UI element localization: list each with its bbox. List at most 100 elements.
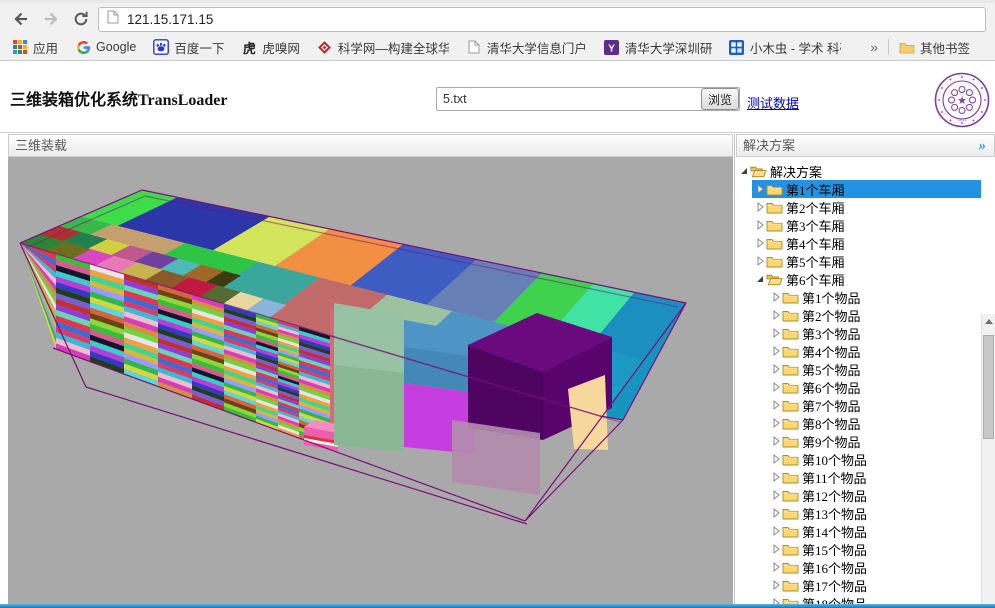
closed-folder-icon bbox=[782, 542, 799, 556]
file-input[interactable]: 5.txt 浏览 bbox=[436, 87, 740, 111]
tree-node-label: 第14个物品 bbox=[802, 522, 871, 541]
tsinghua-logo-icon: ★ 1911 bbox=[934, 72, 990, 128]
reload-button[interactable] bbox=[68, 7, 94, 31]
collapsed-arrow-icon[interactable] bbox=[770, 381, 782, 393]
tree-node[interactable]: 第16个物品 bbox=[736, 558, 981, 576]
tree-node[interactable]: 第13个物品 bbox=[736, 504, 981, 522]
tree-node[interactable]: 第5个车厢 bbox=[736, 252, 981, 270]
browse-button[interactable]: 浏览 bbox=[701, 88, 739, 110]
collapsed-arrow-icon[interactable] bbox=[754, 255, 766, 267]
tree-node[interactable]: 解决方案 bbox=[736, 162, 981, 180]
collapsed-arrow-icon[interactable] bbox=[754, 201, 766, 213]
bookmarks-overflow-chevron-icon[interactable]: » bbox=[870, 39, 878, 55]
collapsed-arrow-icon[interactable] bbox=[754, 237, 766, 249]
panel-splitter[interactable] bbox=[734, 134, 735, 604]
tree-node[interactable]: 第18个物品 bbox=[736, 594, 981, 604]
collapsed-arrow-icon[interactable] bbox=[770, 579, 782, 591]
bookmark-item[interactable]: 应用 bbox=[12, 38, 58, 57]
tree-node[interactable]: 第4个车厢 bbox=[736, 234, 981, 252]
folder-icon bbox=[899, 39, 915, 55]
closed-folder-icon bbox=[782, 596, 799, 604]
tree-node-label: 第17个物品 bbox=[802, 576, 871, 595]
closed-folder-icon bbox=[782, 506, 799, 520]
address-bar[interactable]: 121.15.171.15 bbox=[98, 7, 986, 32]
page-title: 三维装箱优化系统TransLoader bbox=[10, 86, 228, 110]
collapsed-arrow-icon[interactable] bbox=[770, 291, 782, 303]
tree-node[interactable]: 第12个物品 bbox=[736, 486, 981, 504]
collapsed-arrow-icon[interactable] bbox=[770, 489, 782, 501]
collapsed-arrow-icon[interactable] bbox=[770, 453, 782, 465]
collapsed-arrow-icon[interactable] bbox=[770, 309, 782, 321]
tree-node[interactable]: 第2个物品 bbox=[736, 306, 981, 324]
collapsed-arrow-icon[interactable] bbox=[754, 183, 766, 195]
collapsed-arrow-icon[interactable] bbox=[770, 363, 782, 375]
tree-node-label: 第15个物品 bbox=[802, 540, 871, 559]
collapsed-arrow-icon[interactable] bbox=[770, 399, 782, 411]
header-divider bbox=[0, 132, 995, 133]
collapsed-arrow-icon[interactable] bbox=[770, 507, 782, 519]
closed-folder-icon bbox=[766, 254, 783, 268]
bookmark-label: Google bbox=[96, 40, 136, 54]
tree-node[interactable]: 第1个物品 bbox=[736, 288, 981, 306]
tree-node[interactable]: 第10个物品 bbox=[736, 450, 981, 468]
collapsed-arrow-icon[interactable] bbox=[770, 435, 782, 447]
bookmark-item[interactable]: Y清华大学深圳研究生院 bbox=[604, 38, 712, 57]
collapsed-arrow-icon[interactable] bbox=[770, 327, 782, 339]
scrollbar-thumb[interactable] bbox=[983, 335, 994, 439]
tree-node[interactable]: 第4个物品 bbox=[736, 342, 981, 360]
collapsed-arrow-icon[interactable] bbox=[754, 219, 766, 231]
expanded-arrow-icon[interactable] bbox=[738, 165, 750, 177]
collapsed-arrow-icon[interactable] bbox=[770, 597, 782, 604]
tree-node[interactable]: 第17个物品 bbox=[736, 576, 981, 594]
tree-node[interactable]: 第9个物品 bbox=[736, 432, 981, 450]
tree-node-label: 第5个物品 bbox=[802, 360, 865, 379]
tree-node-label: 第11个物品 bbox=[802, 468, 871, 487]
tree-node-label: 第3个车厢 bbox=[786, 216, 849, 235]
collapsed-arrow-icon[interactable] bbox=[770, 345, 782, 357]
bookmark-label: 小木虫 - 学术 科研 第 bbox=[750, 38, 841, 57]
right-panel-title: 解决方案 bbox=[743, 138, 795, 153]
collapsed-arrow-icon[interactable] bbox=[770, 543, 782, 555]
bookmark-item[interactable]: 科学网—构建全球华 bbox=[317, 38, 449, 57]
url-text[interactable]: 121.15.171.15 bbox=[127, 12, 213, 27]
collapsed-arrow-icon[interactable] bbox=[770, 561, 782, 573]
bookmark-label: 虎嗅网 bbox=[262, 38, 300, 57]
bookmark-item[interactable]: Google bbox=[75, 39, 136, 55]
tree-node[interactable]: 第6个车厢 bbox=[736, 270, 981, 288]
tree-node[interactable]: 第7个物品 bbox=[736, 396, 981, 414]
forward-button[interactable] bbox=[38, 7, 64, 31]
tree-node-label: 第6个车厢 bbox=[786, 270, 849, 289]
bookmark-item[interactable]: 小木虫 - 学术 科研 第 bbox=[729, 38, 841, 57]
tree-node[interactable]: 第6个物品 bbox=[736, 378, 981, 396]
tree-node-label: 第9个物品 bbox=[802, 432, 865, 451]
tree-node[interactable]: 第3个物品 bbox=[736, 324, 981, 342]
closed-folder-icon bbox=[782, 308, 799, 322]
tree-scrollbar[interactable] bbox=[981, 314, 995, 604]
collapsed-arrow-icon[interactable] bbox=[770, 471, 782, 483]
tree-node[interactable]: 第5个物品 bbox=[736, 360, 981, 378]
tree-node-selected[interactable]: 第1个车厢 bbox=[736, 180, 981, 198]
collapsed-arrow-icon[interactable] bbox=[770, 525, 782, 537]
bookmark-item[interactable]: 清华大学信息门户 bbox=[466, 38, 587, 57]
tree-node[interactable]: 第11个物品 bbox=[736, 468, 981, 486]
tree-node-label: 第4个车厢 bbox=[786, 234, 849, 253]
3d-viewport[interactable] bbox=[8, 157, 733, 604]
tree-node[interactable]: 第3个车厢 bbox=[736, 216, 981, 234]
collapse-panel-chevron-icon[interactable]: » bbox=[979, 136, 987, 157]
page-icon bbox=[466, 39, 482, 55]
other-bookmarks-button[interactable]: 其他书签 bbox=[899, 38, 970, 57]
svg-text:★: ★ bbox=[957, 95, 967, 107]
file-input-value[interactable]: 5.txt bbox=[437, 92, 701, 106]
expanded-arrow-icon[interactable] bbox=[754, 273, 766, 285]
tree-node[interactable]: 第2个车厢 bbox=[736, 198, 981, 216]
bookmark-item[interactable]: 虎虎嗅网 bbox=[241, 38, 300, 57]
collapsed-arrow-icon[interactable] bbox=[770, 417, 782, 429]
scrollbar-up-arrow[interactable] bbox=[982, 314, 995, 329]
tree-node[interactable]: 第15个物品 bbox=[736, 540, 981, 558]
back-button[interactable] bbox=[8, 7, 34, 31]
bookmark-item[interactable]: 百度一下 bbox=[153, 38, 224, 57]
bookmark-label: 清华大学信息门户 bbox=[487, 38, 587, 57]
tree-node[interactable]: 第8个物品 bbox=[736, 414, 981, 432]
tree-node[interactable]: 第14个物品 bbox=[736, 522, 981, 540]
test-data-link[interactable]: 测试数据 bbox=[747, 93, 799, 112]
